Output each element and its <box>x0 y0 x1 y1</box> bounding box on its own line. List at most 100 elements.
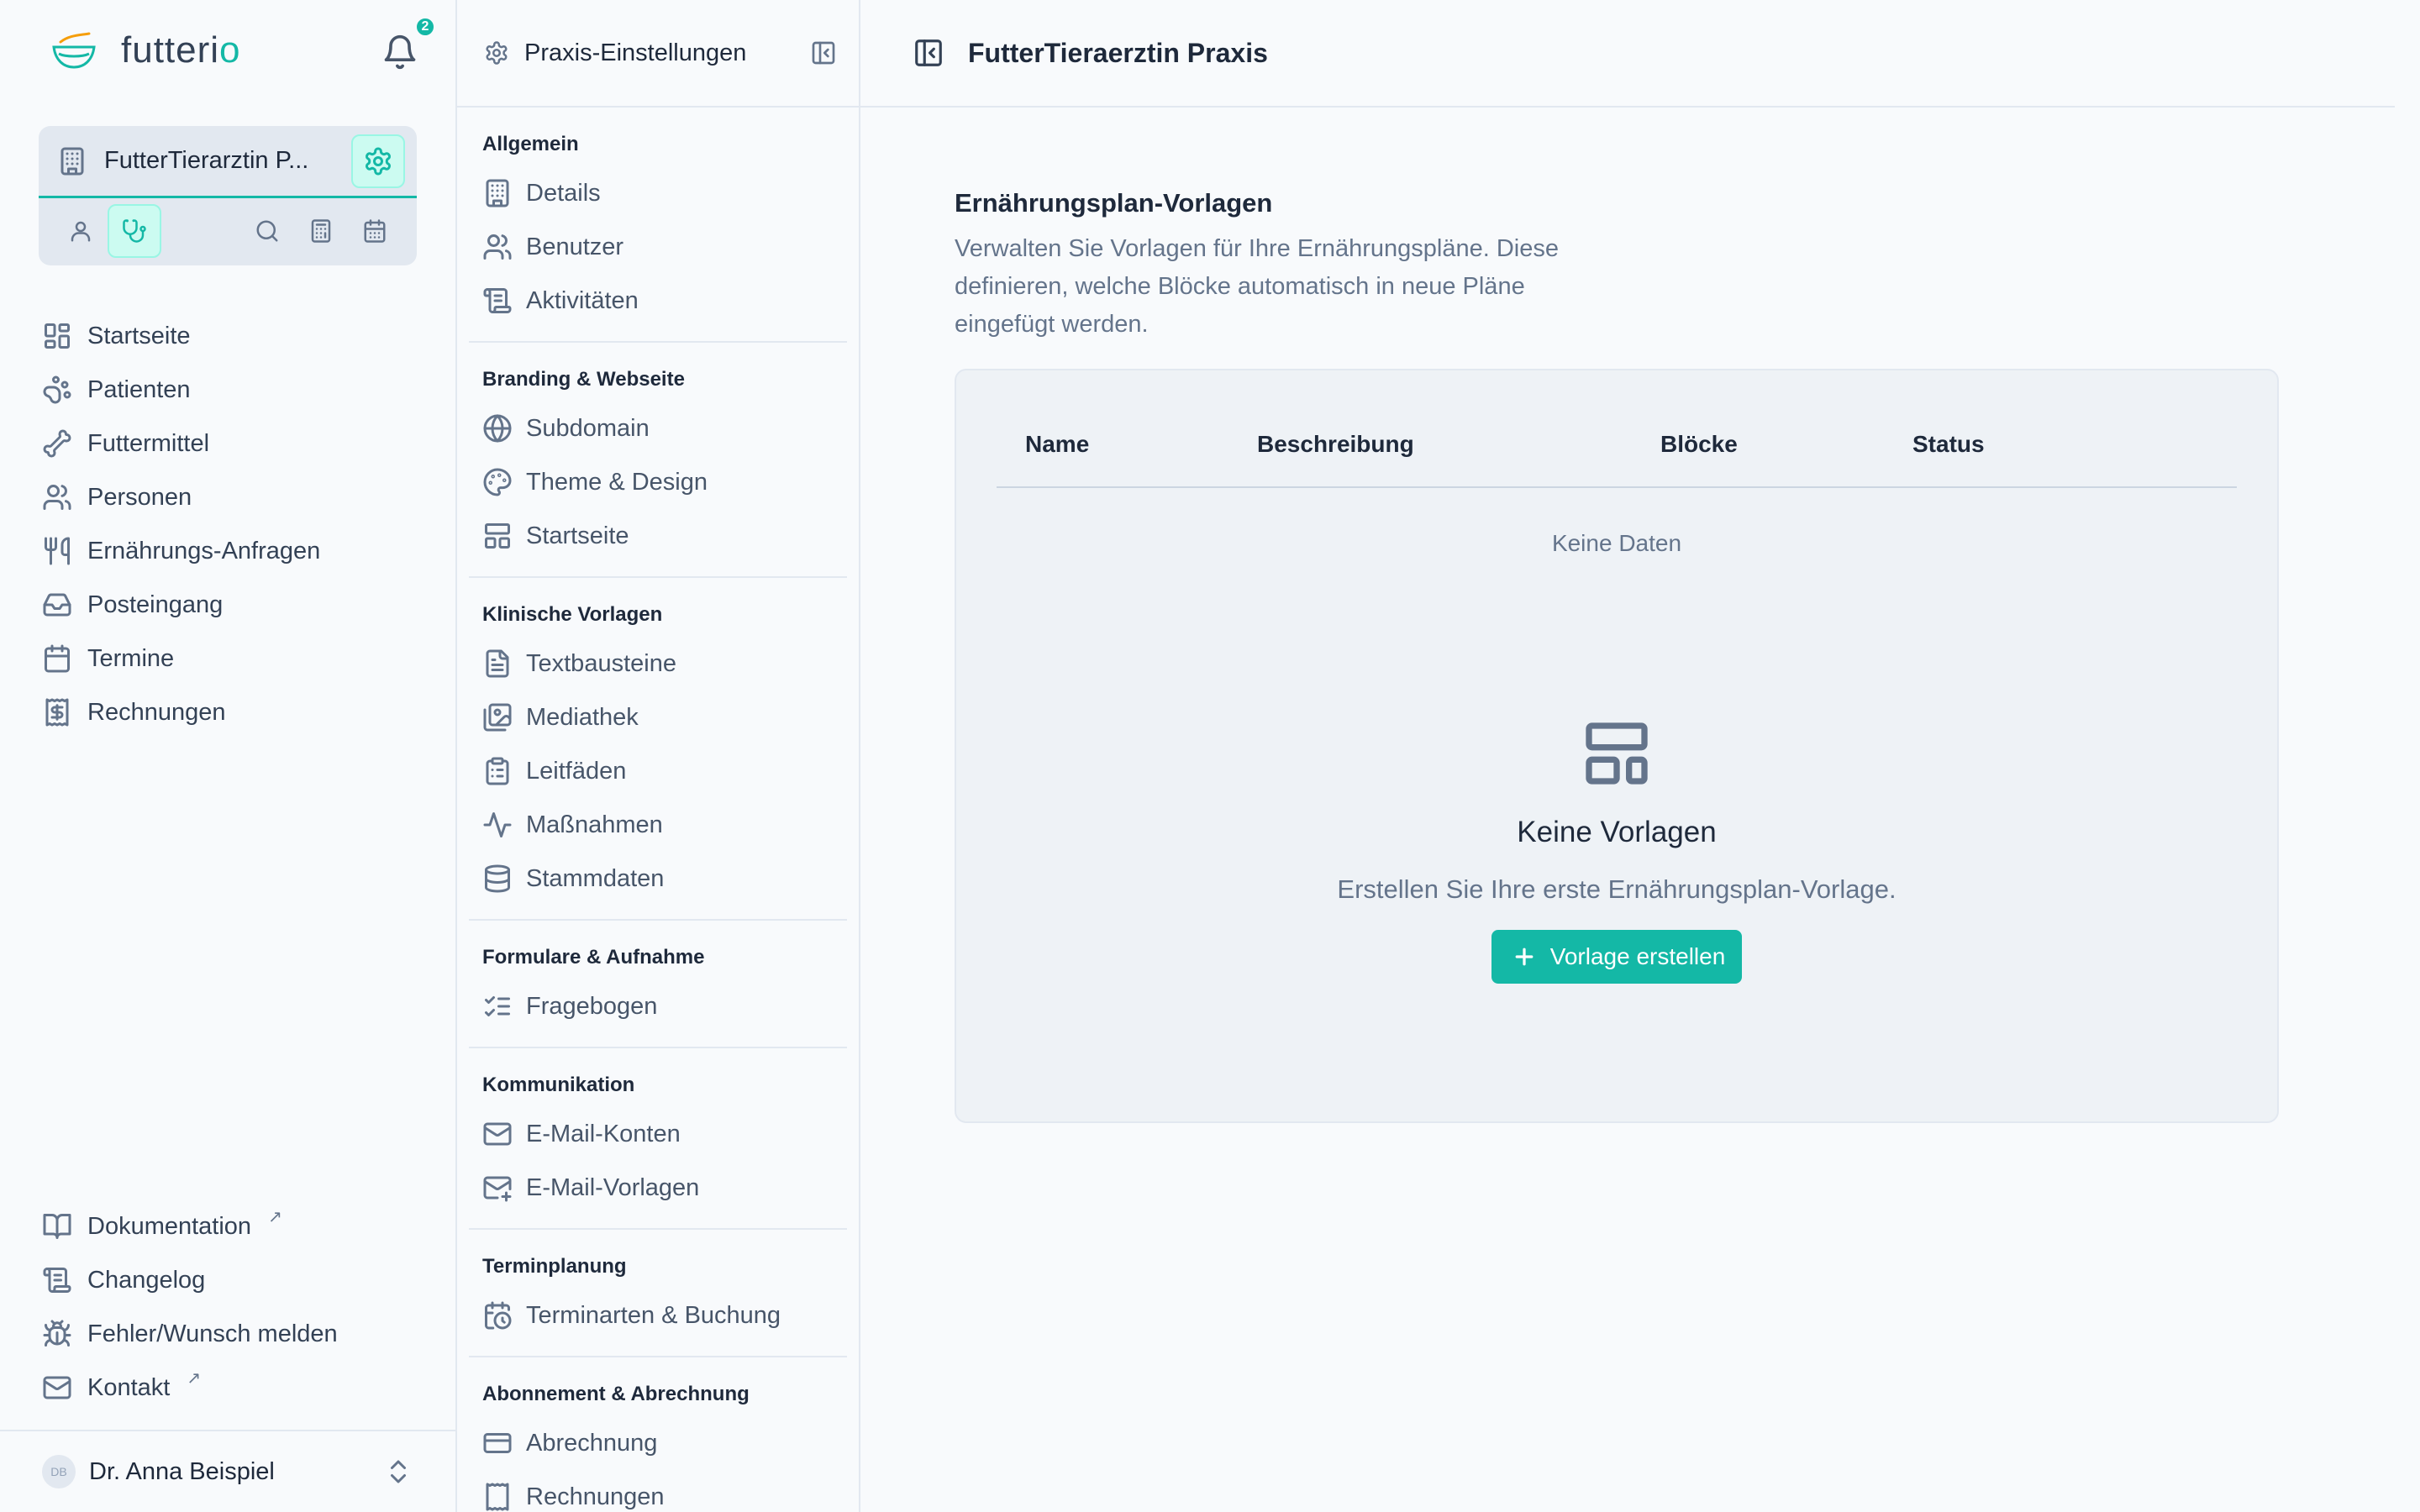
item-label: Details <box>526 179 601 207</box>
empty-state: Keine Vorlagen Erstellen Sie Ihre erste … <box>956 717 2277 984</box>
item-label: Terminarten & Buchung <box>526 1301 781 1329</box>
nav-label: Futtermittel <box>87 429 210 457</box>
secondary-nav: Dokumentation ↗ Changelog Fehler/Wunsch m… <box>42 1200 338 1415</box>
table-header: Name Beschreibung Blöcke Status <box>997 421 2237 488</box>
group-title: Allgemein <box>482 133 579 155</box>
inbox-icon <box>43 593 71 617</box>
settings-item-massnahmen[interactable]: Maßnahmen <box>482 798 847 852</box>
users-icon <box>43 485 71 510</box>
collapse-panel-icon[interactable] <box>913 37 944 69</box>
nav-label: Patienten <box>87 375 191 403</box>
organization-card: FutterTierarztin P... <box>39 126 417 265</box>
mail-icon <box>483 1122 512 1146</box>
settings-group-kommunikation: Kommunikation E-Mail-Konten E-Mail-Vorla… <box>469 1048 847 1230</box>
settings-item-startseite[interactable]: Startseite <box>482 509 847 563</box>
clipboard-icon <box>486 757 509 785</box>
layout-icon <box>485 523 510 549</box>
column-header-bloecke[interactable]: Blöcke <box>1660 431 1738 458</box>
column-header-beschreibung[interactable]: Beschreibung <box>1257 431 1414 458</box>
column-header-name[interactable]: Name <box>1025 431 1089 458</box>
nav-item-fehler-melden[interactable]: Fehler/Wunsch melden <box>42 1307 338 1361</box>
settings-item-subdomain[interactable]: Subdomain <box>482 402 847 455</box>
nav-item-patienten[interactable]: Patienten <box>42 363 320 417</box>
settings-group-klinische-vorlagen: Klinische Vorlagen Textbausteine Mediath… <box>469 578 847 921</box>
settings-item-stammdaten[interactable]: Stammdaten <box>482 852 847 906</box>
calendar-button[interactable] <box>348 204 402 258</box>
item-label: Maßnahmen <box>526 811 663 838</box>
nav-item-futtermittel[interactable]: Futtermittel <box>42 417 320 470</box>
user-view-button[interactable] <box>54 204 108 258</box>
nav-label: Termine <box>87 644 175 672</box>
settings-sidebar: Praxis-Einstellungen Allgemein Details B… <box>457 0 860 1512</box>
nav-label: Ernährungs-Anfragen <box>87 537 321 564</box>
nav-item-rechnungen[interactable]: Rechnungen <box>42 685 320 739</box>
settings-item-aktivitaeten[interactable]: Aktivitäten <box>482 274 847 328</box>
vet-view-button[interactable] <box>108 203 161 258</box>
bell-icon <box>384 34 416 70</box>
templates-table: Name Beschreibung Blöcke Status Keine Da… <box>955 369 2279 1123</box>
receipt-icon <box>45 698 69 727</box>
group-title: Abonnement & Abrechnung <box>482 1383 750 1405</box>
nav-item-startseite[interactable]: Startseite <box>42 309 320 363</box>
settings-item-email-konten[interactable]: E-Mail-Konten <box>482 1107 847 1161</box>
empty-state-title: Keine Vorlagen <box>1517 816 1717 848</box>
file-text-icon <box>486 649 509 678</box>
nav-label: Dokumentation <box>87 1212 252 1240</box>
search-button[interactable] <box>240 204 294 258</box>
scroll-icon <box>483 288 512 313</box>
collapse-panel-icon[interactable] <box>810 39 837 66</box>
nav-item-termine[interactable]: Termine <box>42 632 320 685</box>
organization-name[interactable]: FutterTierarztin P... <box>104 147 334 175</box>
plus-icon <box>1515 948 1534 966</box>
nav-label: Posteingang <box>87 591 224 618</box>
organization-settings-button[interactable] <box>351 134 405 188</box>
settings-item-email-vorlagen[interactable]: E-Mail-Vorlagen <box>482 1161 847 1215</box>
calculator-icon <box>311 218 331 243</box>
bowl-logo-icon <box>52 32 96 69</box>
create-template-button[interactable]: Vorlage erstellen <box>1491 930 1743 984</box>
nav-item-personen[interactable]: Personen <box>42 470 320 524</box>
settings-item-details[interactable]: Details <box>482 166 847 220</box>
globe-icon <box>483 414 512 443</box>
credit-card-icon <box>483 1433 512 1453</box>
item-label: Theme & Design <box>526 468 708 496</box>
notifications-button[interactable]: 2 <box>381 17 435 71</box>
nav-item-changelog[interactable]: Changelog <box>42 1253 338 1307</box>
item-label: Textbausteine <box>526 649 676 677</box>
settings-item-textbausteine[interactable]: Textbausteine <box>482 637 847 690</box>
calendar-clock-icon <box>485 1301 512 1330</box>
app-root: futterio 2 FutterTierarztin P... Startse… <box>0 0 2420 1512</box>
settings-item-leitfaeden[interactable]: Leitfäden <box>482 744 847 798</box>
item-label: Stammdaten <box>526 864 665 892</box>
group-title: Formulare & Aufnahme <box>482 946 705 969</box>
logo[interactable]: futterio <box>50 29 241 72</box>
settings-item-mediathek[interactable]: Mediathek <box>482 690 847 744</box>
book-icon <box>43 1214 71 1239</box>
settings-group-allgemein: Allgemein Details Benutzer Aktivitäten <box>469 108 847 343</box>
user-menu[interactable]: DB Dr. Anna Beispiel <box>0 1430 455 1512</box>
calculator-button[interactable] <box>294 204 348 258</box>
settings-item-terminarten[interactable]: Terminarten & Buchung <box>482 1289 847 1342</box>
column-header-status[interactable]: Status <box>1912 431 1985 458</box>
settings-item-theme[interactable]: Theme & Design <box>482 455 847 509</box>
nav-label: Personen <box>87 483 192 511</box>
nav-item-posteingang[interactable]: Posteingang <box>42 578 320 632</box>
bug-icon <box>43 1320 71 1347</box>
settings-item-fragebogen[interactable]: Fragebogen <box>482 979 847 1033</box>
chevrons-up-down-icon <box>391 1460 406 1483</box>
item-label: E-Mail-Vorlagen <box>526 1173 700 1201</box>
settings-item-abrechnung[interactable]: Abrechnung <box>482 1416 847 1470</box>
settings-title: Praxis-Einstellungen <box>524 39 747 66</box>
nav-item-kontakt[interactable]: Kontakt ↗ <box>42 1361 338 1415</box>
gear-icon <box>366 147 391 175</box>
dashboard-icon <box>45 323 70 349</box>
page-title: FutterTieraerztin Praxis <box>968 37 1268 68</box>
settings-item-benutzer[interactable]: Benutzer <box>482 220 847 274</box>
gear-icon <box>486 41 508 65</box>
nav-item-dokumentation[interactable]: Dokumentation ↗ <box>42 1200 338 1253</box>
layout-template-icon <box>1586 722 1648 785</box>
database-icon <box>485 864 510 893</box>
item-label: Rechnungen <box>526 1483 665 1510</box>
settings-item-rechnungen[interactable]: Rechnungen <box>482 1470 847 1512</box>
nav-item-ernaehrungs-anfragen[interactable]: Ernährungs-Anfragen <box>42 524 320 578</box>
